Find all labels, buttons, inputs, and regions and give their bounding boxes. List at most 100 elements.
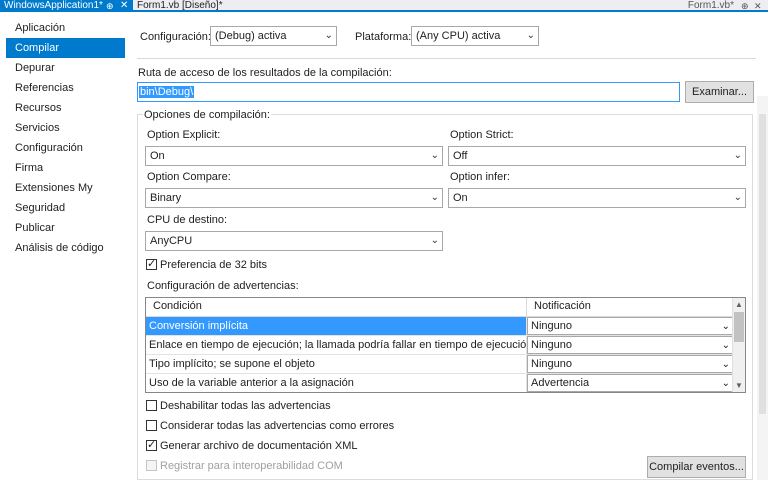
close-icon[interactable]: ✕: [120, 0, 128, 12]
pin-icon[interactable]: ⊕: [741, 0, 749, 12]
scrollbar-thumb[interactable]: [759, 114, 766, 414]
configuration-label: Configuración:: [140, 31, 211, 43]
prefer-32bit-label: Preferencia de 32 bits: [160, 259, 268, 271]
table-row[interactable]: Tipo implícito; se supone el objeto Ning…: [146, 355, 733, 374]
prefer-32bit-checkbox[interactable]: ✓: [146, 258, 157, 270]
com-interop-label: Registrar para interoperabilidad COM: [160, 460, 343, 472]
chevron-down-icon: ⌄: [430, 192, 439, 203]
chevron-down-icon: ⌄: [733, 150, 742, 161]
notification-dropdown[interactable]: Ninguno ⌄: [527, 355, 733, 373]
tab-label: Form1.vb*: [687, 0, 734, 11]
option-infer-dropdown[interactable]: On ⌄: [448, 188, 746, 208]
grid-scrollbar[interactable]: ▲ ▼: [732, 298, 745, 392]
build-events-button[interactable]: Compilar eventos...: [647, 456, 746, 478]
table-row[interactable]: Enlace en tiempo de ejecución; la llamad…: [146, 336, 733, 355]
xml-documentation-checkbox[interactable]: ✓: [146, 439, 157, 451]
warnings-config-label: Configuración de advertencias:: [147, 280, 299, 292]
notification-value: Advertencia: [531, 377, 590, 389]
pin-icon[interactable]: ⊕: [106, 0, 114, 12]
notification-value: Ninguno: [531, 339, 572, 351]
tab-form1-vb[interactable]: Form1.vb*: [688, 0, 734, 12]
option-infer-value: On: [453, 192, 468, 204]
chevron-down-icon: ⌄: [721, 340, 730, 351]
option-compare-label: Option Compare:: [147, 171, 231, 183]
sidebar-item-seguridad[interactable]: Seguridad: [6, 198, 125, 218]
disable-all-warnings-label: Deshabilitar todas las advertencias: [160, 400, 331, 412]
chevron-down-icon: ⌄: [430, 235, 439, 246]
chevron-down-icon: ⌄: [721, 321, 730, 332]
option-explicit-value: On: [150, 150, 165, 162]
scrollbar-thumb[interactable]: [734, 312, 744, 342]
column-header-condition[interactable]: Condición: [153, 300, 202, 312]
target-cpu-label: CPU de destino:: [147, 214, 228, 226]
check-icon: ✓: [147, 439, 157, 451]
xml-documentation-label: Generar archivo de documentación XML: [160, 440, 358, 452]
document-tab-strip: WindowsApplication1* ⊕ ✕ Form1.vb [Diseñ…: [0, 0, 768, 12]
com-interop-checkbox[interactable]: [146, 460, 157, 471]
target-cpu-value: AnyCPU: [150, 235, 193, 247]
scroll-up-icon[interactable]: ▲: [733, 298, 745, 311]
tab-windowsapplication1[interactable]: WindowsApplication1* ⊕ ✕: [0, 0, 133, 12]
treat-warnings-as-errors-checkbox[interactable]: [146, 420, 157, 431]
configuration-value: (Debug) activa: [215, 30, 287, 42]
condition-cell: Tipo implícito; se supone el objeto: [146, 355, 527, 373]
scroll-down-icon[interactable]: ▼: [733, 379, 745, 392]
option-compare-value: Binary: [150, 192, 182, 204]
configuration-dropdown[interactable]: (Debug) activa ⌄: [210, 26, 337, 46]
sidebar-item-depurar[interactable]: Depurar: [6, 58, 125, 78]
notification-dropdown[interactable]: Ninguno ⌄: [527, 336, 733, 354]
notification-value: Ninguno: [531, 358, 572, 370]
check-icon: ✓: [147, 258, 157, 270]
warnings-grid: Condición Notificación Conversión implíc…: [145, 297, 746, 393]
sidebar-item-configuracion[interactable]: Configuración: [6, 138, 125, 158]
compile-page: Configuración: (Debug) activa ⌄ Platafor…: [125, 14, 768, 480]
option-strict-value: Off: [453, 150, 468, 162]
close-icon[interactable]: ✕: [754, 0, 762, 12]
platform-value: (Any CPU) activa: [416, 30, 501, 42]
chevron-down-icon: ⌄: [733, 192, 742, 203]
option-strict-dropdown[interactable]: Off ⌄: [448, 146, 746, 166]
column-header-notification[interactable]: Notificación: [534, 300, 591, 312]
table-row[interactable]: Conversión implícita Ninguno ⌄: [146, 317, 733, 336]
option-infer-label: Option infer:: [450, 171, 510, 183]
output-path-value: bin\Debug\: [139, 86, 195, 98]
target-cpu-dropdown[interactable]: AnyCPU ⌄: [145, 231, 443, 251]
notification-dropdown[interactable]: Advertencia ⌄: [527, 374, 733, 392]
chevron-down-icon: ⌄: [721, 378, 730, 389]
sidebar-item-compilar[interactable]: Compilar: [6, 38, 125, 58]
platform-dropdown[interactable]: (Any CPU) activa ⌄: [411, 26, 539, 46]
tab-label: WindowsApplication1*: [4, 0, 103, 11]
sidebar-item-servicios[interactable]: Servicios: [6, 118, 125, 138]
grid-header: Condición Notificación: [146, 298, 733, 317]
sidebar-item-recursos[interactable]: Recursos: [6, 98, 125, 118]
chevron-down-icon: ⌄: [324, 30, 333, 41]
column-separator: [526, 298, 527, 317]
compile-options-label: Opciones de compilación:: [143, 108, 271, 122]
option-strict-label: Option Strict:: [450, 129, 514, 141]
chevron-down-icon: ⌄: [430, 150, 439, 161]
output-path-input[interactable]: bin\Debug\: [137, 82, 680, 102]
tab-label: Form1.vb [Diseño]*: [137, 0, 223, 11]
sidebar-item-analisis-de-codigo[interactable]: Análisis de código: [6, 238, 125, 258]
page-scrollbar[interactable]: [757, 96, 768, 480]
option-compare-dropdown[interactable]: Binary ⌄: [145, 188, 443, 208]
sidebar-item-referencias[interactable]: Referencias: [6, 78, 125, 98]
disable-all-warnings-checkbox[interactable]: [146, 400, 157, 411]
treat-warnings-as-errors-label: Considerar todas las advertencias como e…: [160, 420, 395, 432]
output-path-label: Ruta de acceso de los resultados de la c…: [138, 67, 392, 79]
condition-cell: Uso de la variable anterior a la asignac…: [146, 374, 527, 392]
notification-value: Ninguno: [531, 320, 572, 332]
tab-form1-design[interactable]: Form1.vb [Diseño]*: [137, 0, 223, 12]
option-explicit-dropdown[interactable]: On ⌄: [145, 146, 443, 166]
notification-dropdown[interactable]: Ninguno ⌄: [527, 317, 733, 335]
sidebar-item-aplicacion[interactable]: Aplicación: [6, 18, 125, 38]
sidebar-item-extensiones-my[interactable]: Extensiones My: [6, 178, 125, 198]
condition-cell: Enlace en tiempo de ejecución; la llamad…: [146, 336, 527, 354]
chevron-down-icon: ⌄: [721, 359, 730, 370]
option-explicit-label: Option Explicit:: [147, 129, 221, 141]
browse-button[interactable]: Examinar...: [685, 81, 754, 103]
sidebar-item-publicar[interactable]: Publicar: [6, 218, 125, 238]
platform-label: Plataforma:: [355, 31, 412, 43]
table-row[interactable]: Uso de la variable anterior a la asignac…: [146, 374, 733, 392]
sidebar-item-firma[interactable]: Firma: [6, 158, 125, 178]
